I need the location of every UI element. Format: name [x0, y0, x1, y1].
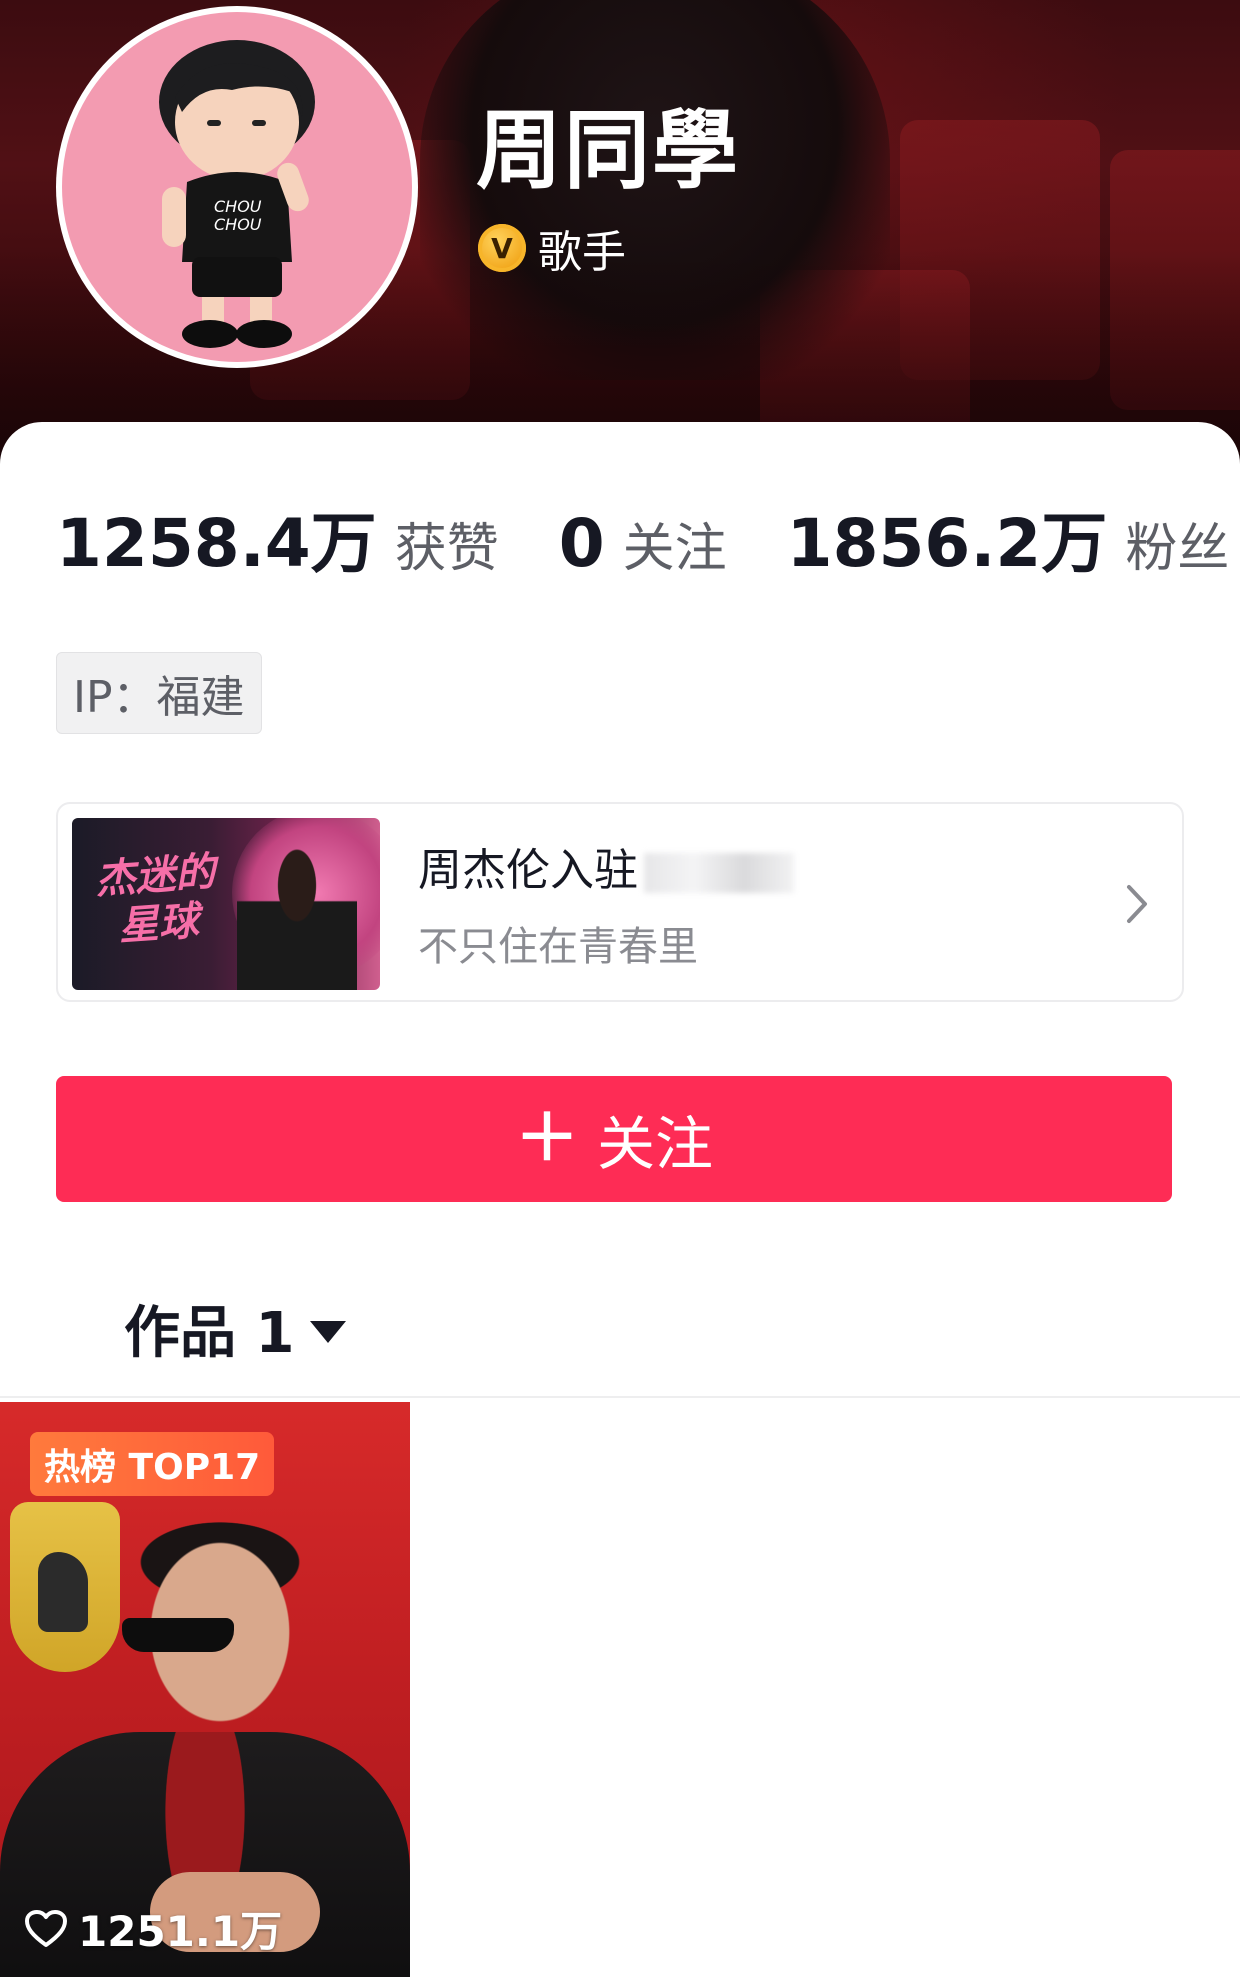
heart-outline-icon	[25, 1909, 67, 1947]
video-likes: 1251.1万	[24, 1898, 282, 1959]
promo-person-image	[237, 848, 357, 990]
likes-count[interactable]: 1258.4万	[56, 490, 377, 586]
promo-card[interactable]: 杰迷的星球 周杰伦入驻 不只住在青春里	[56, 802, 1184, 1002]
stats-row: 1258.4万 获赞 0 关注 1856.2万 粉丝	[56, 490, 1229, 586]
svg-text:CHOU: CHOU	[214, 197, 262, 216]
promo-title: 周杰伦入驻	[418, 834, 794, 898]
promo-subtitle: 不只住在青春里	[418, 924, 698, 970]
follow-button[interactable]: ＋ 关注	[56, 1076, 1172, 1202]
video-thumbnail[interactable]: 热榜 TOP17 1251.1万	[0, 1402, 410, 1977]
likes-label[interactable]: 获赞	[395, 506, 499, 581]
promo-title-text: 周杰伦入驻	[418, 845, 638, 896]
promo-thumb-title: 杰迷的星球	[93, 848, 217, 950]
sunglasses-image	[122, 1618, 234, 1652]
video-likes-count: 1251.1万	[78, 1907, 283, 1956]
verification-row: V 歌手	[478, 216, 626, 280]
following-label[interactable]: 关注	[623, 506, 727, 581]
chevron-right-icon[interactable]	[1120, 878, 1154, 930]
ip-location-tag: IP：福建	[56, 652, 262, 734]
verified-role: 歌手	[538, 227, 626, 278]
cartoon-avatar-icon: CHOU CHOU	[159, 40, 315, 348]
promo-thumbnail: 杰迷的星球	[72, 818, 380, 990]
plus-icon: ＋	[514, 1102, 579, 1176]
triangle-down-icon	[310, 1320, 347, 1343]
svg-text:CHOU: CHOU	[214, 215, 262, 234]
follow-button-label: 关注	[596, 1110, 713, 1178]
blurred-text	[644, 853, 794, 893]
following-count[interactable]: 0	[559, 505, 605, 582]
tab-works[interactable]: 作品 1	[124, 1288, 347, 1369]
followers-count[interactable]: 1856.2万	[787, 490, 1108, 586]
divider	[0, 1396, 1240, 1398]
avatar-image: CHOU CHOU	[62, 12, 412, 362]
avatar[interactable]: CHOU CHOU	[56, 6, 418, 368]
verified-v-icon: V	[478, 224, 526, 272]
display-name: 周同學	[476, 101, 740, 201]
works-tab-label: 作品 1	[124, 1301, 295, 1366]
profile-card: 1258.4万 获赞 0 关注 1856.2万 粉丝 IP：福建 杰迷的星球 周…	[0, 422, 1240, 1977]
hot-rank-badge: 热榜 TOP17	[30, 1432, 275, 1496]
followers-label[interactable]: 粉丝	[1125, 506, 1229, 581]
